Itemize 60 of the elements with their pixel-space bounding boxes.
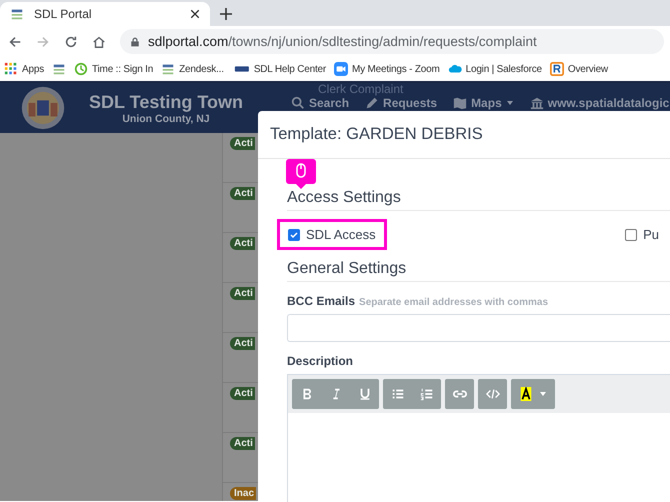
underline-icon [358, 387, 372, 401]
bookmark[interactable]: Zendesk... [161, 62, 224, 76]
logo-icon [550, 62, 564, 76]
nav-link[interactable]: www.spatialdatalogic [530, 96, 670, 110]
apps-grid-icon [4, 62, 18, 76]
status-badge: Acti [230, 187, 255, 200]
status-badge: Acti [230, 287, 255, 300]
bookmark[interactable]: Time :: Sign In [74, 62, 154, 76]
bookmark[interactable]: SDL Help Center [232, 62, 326, 76]
page-label: Clerk Complaint [318, 83, 404, 96]
lock-icon [130, 36, 140, 48]
status-badge: Acti [230, 437, 255, 450]
numbered-list-icon [420, 387, 434, 401]
video-camera-icon [334, 62, 348, 76]
bookmark[interactable]: My Meetings - Zoom [334, 62, 440, 76]
site-title: SDL Testing Town [89, 92, 243, 112]
clock-icon [74, 62, 88, 76]
bookmark[interactable]: Login | Salesforce [448, 62, 542, 76]
new-tab-icon[interactable] [220, 8, 232, 20]
nav-link[interactable]: Maps [453, 96, 514, 110]
checkmark-icon [290, 230, 298, 238]
bookmark[interactable] [52, 62, 66, 76]
back-arrow-icon [8, 34, 22, 48]
status-badge: Inac [230, 487, 256, 500]
bcc-emails-field[interactable] [287, 314, 670, 342]
search-icon [291, 96, 305, 110]
logo-icon [161, 62, 176, 76]
field-label: Description [287, 354, 354, 368]
url-text: sdlportal.com/towns/nj/union/sdltesting/admin/requests/complaint [148, 34, 537, 49]
field-hint: Separate email addresses with commas [359, 297, 548, 308]
status-badge: Acti [230, 337, 255, 350]
forward-arrow-icon [36, 34, 50, 48]
logo-icon [52, 62, 66, 76]
reload-icon [64, 34, 78, 48]
close-icon [190, 9, 200, 19]
dialog-title: Template: GARDEN DEBRIS [258, 111, 670, 159]
section-heading: General Settings [287, 260, 670, 282]
mouse-callout-icon [286, 159, 316, 189]
bookmark[interactable]: Overview [550, 62, 608, 76]
address-bar[interactable]: sdlportal.com/towns/nj/union/sdltesting/admin/requests/complaint [120, 29, 664, 54]
code-icon [486, 387, 500, 401]
bookmark[interactable]: Apps [4, 62, 44, 76]
highlight-color-icon [519, 387, 533, 401]
site-subtitle: Union County, NJ [122, 112, 210, 124]
building-icon [530, 96, 544, 110]
field-label: BCC Emails Separate email addresses with commas [287, 294, 550, 308]
nav-link[interactable]: Search [291, 96, 350, 110]
logo-icon [10, 7, 24, 21]
status-badge: Acti [230, 387, 255, 400]
checkbox-option[interactable]: Pu [614, 219, 670, 250]
status-badge: Acti [230, 237, 255, 250]
section-heading: Access Settings [287, 189, 670, 211]
caret-icon [539, 390, 547, 398]
home-icon [92, 34, 106, 48]
nav-link[interactable]: Requests [365, 96, 438, 110]
browser-tab[interactable]: SDL Portal [0, 2, 210, 26]
map-icon [453, 96, 468, 110]
status-badge: Acti [230, 137, 255, 150]
bulleted-list-icon [390, 387, 404, 401]
checkbox-option[interactable]: SDL Access [277, 219, 387, 250]
